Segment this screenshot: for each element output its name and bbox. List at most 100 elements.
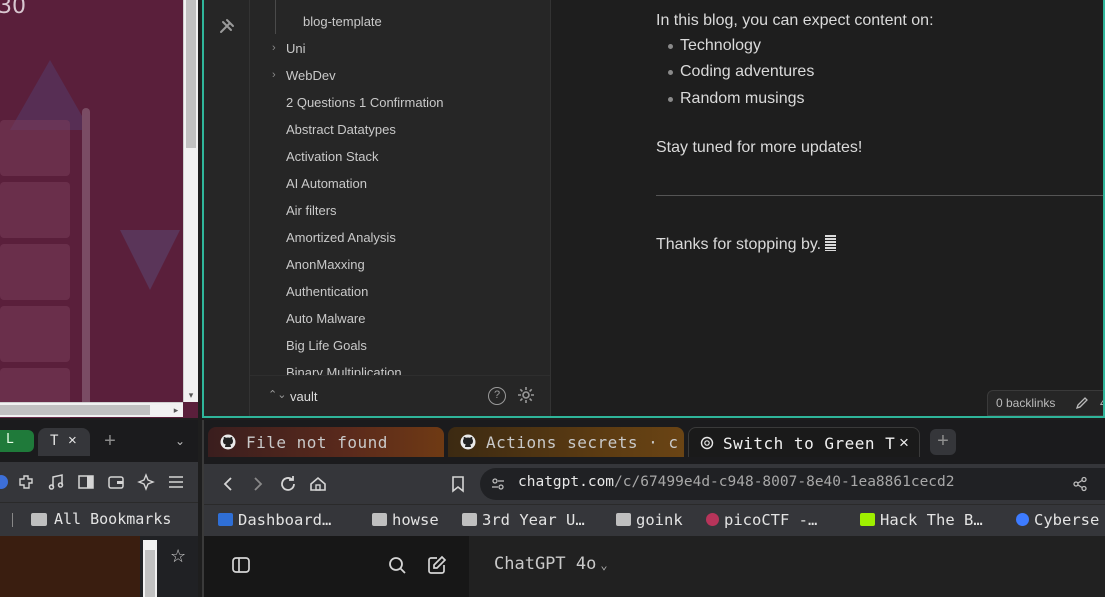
backlinks-count[interactable]: 0 backlinks (996, 396, 1055, 410)
background-scroll-thumb (82, 108, 90, 408)
tree-file[interactable]: Activation Stack (286, 149, 379, 164)
tree-file[interactable]: blog-template (303, 14, 382, 29)
mini-scrollbar[interactable] (143, 540, 157, 597)
tab-file-not-found[interactable]: File not found (208, 427, 444, 457)
wallet-icon[interactable] (107, 473, 125, 491)
tree-indent-guide (275, 0, 276, 34)
new-tab-icon[interactable]: + (100, 430, 120, 452)
new-chat-icon[interactable] (426, 554, 448, 576)
tree-file[interactable]: Air filters (286, 203, 337, 218)
folder-icon (616, 513, 631, 526)
mini-tab-label: T (50, 433, 59, 449)
scroll-right-icon[interactable]: ▸ (169, 403, 183, 417)
thanks-text: Thanks for stopping by. (656, 236, 822, 253)
ai-sparkle-icon[interactable] (137, 473, 155, 491)
chevron-right-icon[interactable]: › (272, 42, 276, 54)
github-icon (220, 434, 236, 450)
tree-item-label: Air filters (286, 203, 337, 218)
edit-pencil-icon[interactable] (1075, 396, 1089, 410)
tab-title: Actions secrets · c (486, 433, 679, 452)
scrollbar-thumb[interactable] (186, 0, 196, 148)
new-tab-icon[interactable]: + (930, 429, 956, 455)
model-selector[interactable]: ChatGPT 4o ⌄ (494, 554, 608, 574)
mini-tab-bar: L T × + ⌄ (0, 420, 198, 462)
left-horizontal-scrollbar[interactable]: ▸ (0, 402, 183, 417)
music-icon[interactable] (47, 473, 65, 491)
tree-file[interactable]: Abstract Datatypes (286, 122, 396, 137)
all-bookmarks-link[interactable]: All Bookmarks (54, 510, 171, 528)
left-vertical-scrollbar[interactable]: ▾ (183, 0, 198, 402)
vault-chevron-icon[interactable]: ⌃⌄ (268, 388, 286, 401)
bookmark-item[interactable]: Dashboard… (218, 511, 331, 531)
bookmark-icon[interactable] (448, 474, 468, 494)
bookmark-item[interactable]: Hack The B… (860, 511, 983, 531)
tree-file[interactable]: Binary Multiplication (286, 365, 402, 375)
sidebar-icon[interactable] (77, 473, 95, 491)
share-icon[interactable] (1072, 476, 1088, 492)
close-icon[interactable]: × (899, 433, 909, 453)
reload-icon[interactable] (278, 474, 298, 494)
mini-toolbar (0, 462, 198, 502)
url-text[interactable]: chatgpt.com/c/67499e4d-c948-8007-8e40-1e… (518, 474, 955, 490)
background-window: 30 (0, 0, 198, 418)
tree-file[interactable]: Amortized Analysis (286, 230, 396, 245)
tree-item-label: Big Life Goals (286, 338, 367, 353)
star-icon[interactable]: ☆ (170, 546, 186, 567)
settings-gear-icon[interactable] (516, 385, 536, 405)
forward-icon[interactable] (248, 474, 268, 494)
profile-icon[interactable] (0, 473, 10, 491)
bookmarks-bar: Dashboard… howse 3rd Year U… goink picoCTF -… (204, 504, 1105, 536)
tree-file[interactable]: Big Life Goals (286, 338, 367, 353)
bookmark-item[interactable]: picoCTF -… (706, 511, 817, 531)
chevron-right-icon[interactable]: › (272, 69, 276, 81)
tree-item-label: Authentication (286, 284, 369, 299)
tree-item-label: WebDev (286, 68, 336, 83)
tree-item-label: Binary Multiplication (286, 365, 402, 375)
navigation-toolbar: chatgpt.com/c/67499e4d-c948-8007-8e40-1e… (204, 464, 1105, 504)
bookmark-item[interactable]: goink (616, 511, 683, 531)
bookmark-item[interactable]: Cyberse (1016, 511, 1099, 531)
bookmark-item[interactable]: howse (372, 511, 439, 531)
tree-file[interactable]: 2 Questions 1 Confirmation (286, 95, 444, 110)
background-card (0, 182, 70, 238)
help-icon[interactable]: ? (488, 387, 506, 405)
vault-name[interactable]: vault (290, 389, 317, 404)
github-icon (460, 434, 476, 450)
close-icon[interactable]: × (68, 432, 77, 449)
green-tab[interactable]: L (0, 430, 34, 452)
tree-file[interactable]: AnonMaxxing (286, 257, 365, 272)
tools-icon[interactable] (217, 16, 237, 36)
note-editor[interactable]: In this blog, you can expect content on:… (551, 0, 1103, 416)
scroll-down-icon[interactable]: ▾ (184, 388, 198, 402)
bullet-item: Coding adventures (680, 63, 815, 80)
vault-switcher[interactable]: ⌃⌄ vault ? (250, 375, 550, 416)
home-icon[interactable] (308, 474, 328, 494)
tree-item-label: 2 Questions 1 Confirmation (286, 95, 444, 110)
tree-folder[interactable]: › WebDev (272, 68, 336, 83)
tab-switch-to-green[interactable]: Switch to Green T × (688, 427, 920, 457)
bullet-marker (668, 44, 673, 49)
tree-item-label: Abstract Datatypes (286, 122, 396, 137)
scrollbar-thumb[interactable] (0, 405, 150, 415)
tab-search-chevron-icon[interactable]: ⌄ (172, 430, 188, 452)
toggle-sidebar-icon[interactable] (230, 554, 252, 576)
menu-icon[interactable] (167, 473, 185, 491)
back-icon[interactable] (218, 474, 238, 494)
mini-active-tab[interactable]: T × (38, 428, 90, 456)
scrollbar-thumb[interactable] (145, 550, 155, 597)
background-card (0, 120, 70, 176)
mini-page-panel (0, 536, 140, 597)
background-card (0, 306, 70, 362)
tree-folder[interactable]: › Uni (272, 41, 306, 56)
tree-file[interactable]: Auto Malware (286, 311, 365, 326)
model-label: ChatGPT 4o (494, 554, 597, 574)
address-bar[interactable]: chatgpt.com/c/67499e4d-c948-8007-8e40-1e… (480, 468, 1105, 500)
site-settings-icon[interactable] (490, 476, 506, 492)
tree-file[interactable]: Authentication (286, 284, 368, 299)
extensions-icon[interactable] (17, 473, 35, 491)
tab-actions-secrets[interactable]: Actions secrets · c (448, 427, 684, 457)
tree-file[interactable]: AI Automation (286, 176, 367, 191)
tab-title: Switch to Green T (723, 434, 896, 453)
search-icon[interactable] (386, 554, 408, 576)
bookmark-item[interactable]: 3rd Year U… (462, 511, 585, 531)
